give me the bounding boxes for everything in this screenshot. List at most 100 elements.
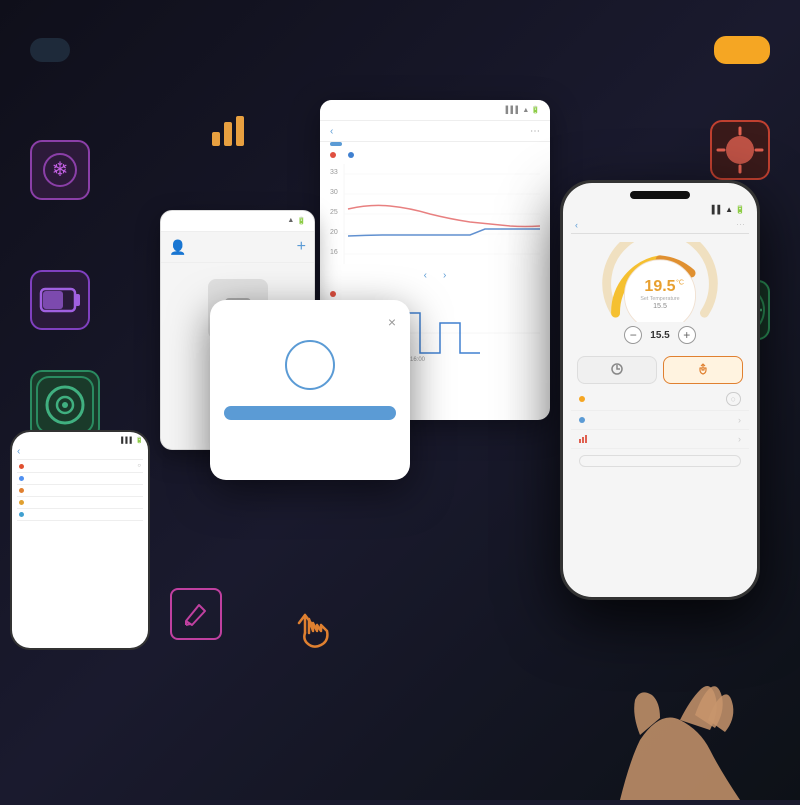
chart-more-icon: ⋯ [530,126,540,137]
chart-title [333,125,530,137]
chart-tabs [320,142,550,146]
battery-icon-small: 🔋 [297,217,306,225]
temp-controls: − 15.5 + [571,326,749,344]
legend-current [330,152,338,160]
mode-buttons [577,356,743,384]
svg-text:19.5: 19.5 [644,278,675,295]
settings-item-weekly[interactable] [17,485,143,497]
feature-frost-protection: ❄ [30,140,90,206]
nooning-icon [710,120,770,180]
tab-day[interactable] [330,142,342,146]
main-phone-header: ▌▌ ▲ 🔋 [571,203,749,216]
status-icons: ▌▌ ▲ 🔋 [712,205,745,214]
header [0,0,800,100]
feature-statistics [200,100,260,166]
temp-decrease-btn[interactable]: − [624,326,642,344]
settings-title [20,450,143,454]
svg-text:25: 25 [330,209,338,216]
main-phone-mockup: ▌▌ ▲ 🔋 ‹ ⋯ 19.5 °C Set Temperature [560,180,760,600]
off-button[interactable] [579,455,741,467]
touch-icon [280,600,340,660]
chart-date: ‹ › [320,264,550,287]
child-lock-toggle[interactable]: ○ [726,392,741,406]
settings-item-tempcalib [17,509,143,521]
menu-child-lock: ○ [571,388,749,411]
tempcalib-dot [19,512,24,517]
main-more-icon: ⋯ [736,219,745,230]
legend-set [348,152,356,160]
signal-icon: ▌▌ [712,205,723,214]
statistics-menu-icon [579,435,587,443]
svg-text:°C: °C [676,279,684,287]
feature-battery [30,270,90,336]
app-title-box [714,36,770,64]
edit-icon [170,588,222,640]
settings-signal: ▌▌▌ 🔋 [121,437,143,444]
wifi-icon-main: ▲ [725,205,733,214]
add-device-popup: × [210,300,410,480]
settings-screen: ▌▌▌ 🔋 ‹ ○ [12,432,148,648]
feature-touch [280,600,340,660]
settings-item-battery [17,497,143,509]
weekly-dot [19,488,24,493]
svg-text:30: 30 [330,189,338,196]
popup-device [224,340,396,396]
add-device-icons: ▲ 🔋 [287,217,306,225]
feature-edit [170,588,222,640]
settings-item-tempscale [17,473,143,485]
statistics-icon [200,100,260,160]
advanced-settings-dot [579,417,585,423]
add-device-header: ▲ 🔋 [161,211,314,232]
phone-notch [630,191,690,199]
menu-advanced-settings[interactable]: › [571,411,749,430]
chart-next-btn[interactable]: › [443,270,446,281]
chart-legend [320,152,550,160]
hand-visual [540,600,800,800]
battery-icon-main: 🔋 [735,205,745,214]
frost-dot [19,464,24,469]
temperature-chart: 33 30 25 20 16 [320,164,550,264]
temperature-gauge: 19.5 °C Set Temperature 15.5 [600,242,720,322]
chart-header: ▌▌▌ ▲ 🔋 [320,100,550,121]
popup-close-btn[interactable]: × [388,314,396,330]
svg-text:20: 20 [330,229,338,236]
settings-item-frost: ○ [17,460,143,473]
frost-protection-icon: ❄ [30,140,90,200]
svg-text:16:00: 16:00 [410,357,426,363]
frost-toggle[interactable]: ○ [137,463,141,469]
logo-box [30,38,70,62]
add-device-btn[interactable]: + [297,238,306,256]
tab-month[interactable] [350,142,362,146]
svg-text:❄: ❄ [52,159,69,181]
child-lock-menu-dot [579,396,585,402]
popup-add-button[interactable] [224,406,396,420]
output-label [330,291,339,297]
manual-mode-btn[interactable] [663,356,743,384]
chart-prev-btn[interactable]: ‹ [424,270,427,281]
advanced-settings-arrow: › [738,415,741,425]
chart-signal-icons: ▌▌▌ ▲ 🔋 [506,106,540,114]
svg-text:16: 16 [330,249,338,256]
auto-mode-btn[interactable] [577,356,657,384]
device-icon [285,340,335,390]
temp-display: 15.5 [650,330,669,341]
popup-header: × [224,314,396,330]
output-dot [330,291,336,297]
temp-increase-btn[interactable]: + [678,326,696,344]
tempscale-dot [19,476,24,481]
settings-phone: ▌▌▌ 🔋 ‹ ○ [10,430,150,650]
back-btn-main[interactable]: ‹ [575,220,578,230]
settings-header: ▌▌▌ 🔋 [17,437,143,444]
battery-icon [30,270,90,330]
legend-set-dot [348,152,354,158]
svg-text:33: 33 [330,169,338,176]
main-phone-screen: ▌▌ ▲ 🔋 ‹ ⋯ 19.5 °C Set Temperature [563,183,757,597]
menu-statistics[interactable]: › [571,430,749,449]
svg-text:Set Temperature: Set Temperature [640,296,679,302]
wifi-icon: ▲ [287,217,294,225]
user-icon: 👤 [169,239,186,256]
svg-text:15.5: 15.5 [653,302,667,310]
battery-dot [19,500,24,505]
legend-current-dot [330,152,336,158]
statistics-menu-arrow: › [738,434,741,444]
